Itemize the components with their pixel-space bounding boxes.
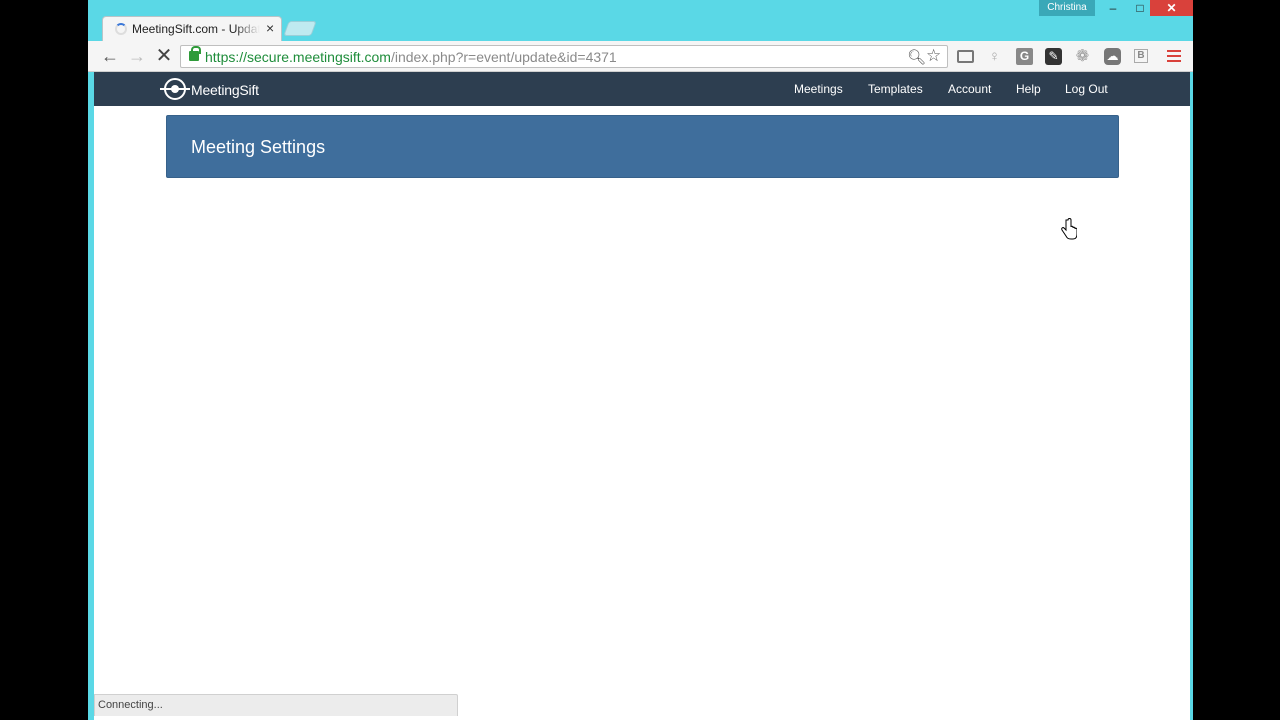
hand-cursor-icon (1061, 218, 1077, 240)
url-host: https://secure.meetingsift.com (205, 49, 391, 65)
nav-templates[interactable]: Templates (868, 82, 923, 96)
browser-window: MeetingSift.com - Update × Christina – □… (88, 0, 1193, 720)
tab-title: MeetingSift.com - Update (132, 22, 260, 36)
browser-menu-icon[interactable] (1167, 50, 1181, 62)
lock-icon[interactable] (189, 46, 201, 61)
cast-icon[interactable] (957, 50, 974, 63)
stop-loading-icon[interactable]: ✕ (153, 45, 175, 67)
loading-spinner-icon (115, 23, 127, 35)
window-minimize-button[interactable]: – (1101, 0, 1125, 16)
page-title: Meeting Settings (191, 137, 326, 157)
status-text: Connecting... (98, 699, 163, 711)
lightbulb-icon[interactable]: ♀ (986, 48, 1003, 65)
logo-text[interactable]: MeetingSift (191, 82, 259, 98)
web-page: MeetingSift Meetings Templates Account H… (94, 72, 1190, 720)
profile-button[interactable]: Christina (1039, 0, 1095, 16)
url-text[interactable]: https://secure.meetingsift.com/index.php… (205, 49, 617, 65)
browser-toolbar: ← → ✕ https://secure.meetingsift.com/ind… (88, 41, 1193, 72)
window-maximize-button[interactable]: □ (1128, 0, 1152, 16)
browser-tab-active[interactable]: MeetingSift.com - Update × (102, 16, 282, 42)
window-close-button[interactable]: ✕ (1150, 0, 1193, 16)
bookmark-star-icon[interactable]: ☆ (926, 46, 941, 66)
address-bar[interactable]: https://secure.meetingsift.com/index.php… (180, 45, 948, 68)
site-navbar: MeetingSift Meetings Templates Account H… (94, 72, 1190, 106)
status-bubble: Connecting... (94, 694, 458, 716)
right-black-margin (1193, 0, 1280, 720)
page-header-banner: Meeting Settings (166, 115, 1119, 178)
nav-help[interactable]: Help (1016, 82, 1041, 96)
left-black-margin (0, 0, 88, 720)
back-arrow-icon[interactable]: ← (99, 45, 121, 67)
tab-close-icon[interactable]: × (266, 20, 274, 36)
flower-extension-icon[interactable]: ❁ (1074, 48, 1091, 65)
zoom-icon[interactable]: 🔍︎ (907, 48, 926, 66)
url-path: /index.php?r=event/update&id=4371 (390, 49, 617, 65)
note-extension-icon[interactable]: ✎ (1045, 48, 1062, 65)
cloud-extension-icon[interactable]: ☁ (1104, 48, 1121, 65)
b-extension-icon[interactable]: B (1134, 49, 1148, 63)
nav-meetings[interactable]: Meetings (794, 82, 843, 96)
nav-account[interactable]: Account (948, 82, 991, 96)
meetingsift-logo-icon[interactable] (160, 78, 190, 100)
forward-arrow-icon[interactable]: → (126, 45, 148, 67)
new-tab-button[interactable] (283, 21, 317, 36)
g-extension-icon[interactable]: G (1016, 48, 1033, 65)
nav-log-out[interactable]: Log Out (1065, 82, 1108, 96)
